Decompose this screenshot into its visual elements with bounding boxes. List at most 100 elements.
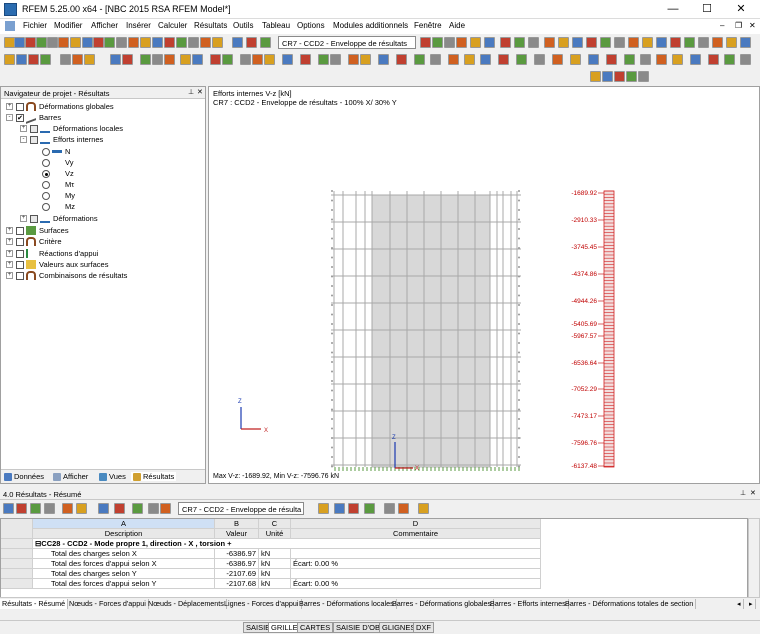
results-tab[interactable]: Barres - Efforts internes bbox=[488, 599, 569, 609]
col-letter-b[interactable]: B bbox=[215, 519, 259, 529]
toolbar-tool-icon[interactable] bbox=[586, 37, 597, 48]
toolbar-tool-icon[interactable] bbox=[36, 37, 47, 48]
toolbar-tool-icon[interactable] bbox=[642, 37, 653, 48]
cell-description[interactable]: Total des charges selon Y bbox=[33, 569, 215, 579]
toolbar-tool-icon[interactable] bbox=[614, 71, 625, 82]
maximize-button[interactable]: ☐ bbox=[690, 0, 724, 19]
radio-vz[interactable]: Vz bbox=[42, 168, 74, 179]
scroll-right-icon[interactable]: ▸ bbox=[747, 599, 756, 609]
row-header[interactable] bbox=[1, 569, 33, 579]
close-button[interactable]: ✕ bbox=[724, 0, 758, 19]
tree-item-deformations[interactable]: + Déformations bbox=[20, 213, 98, 224]
cell-unite[interactable]: kN bbox=[259, 549, 291, 559]
toolbar-tool-icon[interactable] bbox=[240, 54, 251, 65]
toolbar-tool-icon[interactable] bbox=[140, 54, 151, 65]
toolbar-tool-icon[interactable] bbox=[246, 37, 257, 48]
radio-mz[interactable]: Mz bbox=[42, 201, 75, 212]
toolbar-tool-icon[interactable] bbox=[110, 54, 121, 65]
status-toggle[interactable]: GRILLE bbox=[268, 622, 301, 633]
toolbar-tool-icon[interactable] bbox=[396, 54, 407, 65]
scroll-left-icon[interactable]: ◂ bbox=[735, 599, 744, 609]
toolbar-tool-icon[interactable] bbox=[456, 37, 467, 48]
toolbar-tool-icon[interactable] bbox=[656, 37, 667, 48]
cell-unite[interactable]: kN bbox=[259, 569, 291, 579]
tree-item-efforts-internes[interactable]: - Efforts internes bbox=[20, 134, 103, 145]
toolbar-tool-icon[interactable] bbox=[484, 37, 495, 48]
toolbar-tool-icon[interactable] bbox=[222, 54, 233, 65]
mdi-close-icon[interactable]: ✕ bbox=[749, 21, 756, 30]
toolbar-tool-icon[interactable] bbox=[104, 37, 115, 48]
row-header[interactable] bbox=[1, 559, 33, 569]
toolbar-tool-icon[interactable] bbox=[432, 37, 443, 48]
toolbar-tool-icon[interactable] bbox=[232, 37, 243, 48]
menu-fichier[interactable]: Fichier bbox=[23, 21, 47, 30]
toolbar-tool-icon[interactable] bbox=[60, 54, 71, 65]
results-tool-icon[interactable] bbox=[384, 503, 395, 514]
toolbar-tool-icon[interactable] bbox=[16, 54, 27, 65]
results-tool-icon[interactable] bbox=[148, 503, 159, 514]
toolbar-tool-icon[interactable] bbox=[708, 54, 719, 65]
results-tool-icon[interactable] bbox=[3, 503, 14, 514]
toolbar-tool-icon[interactable] bbox=[430, 54, 441, 65]
results-tab[interactable]: Barres - Déformations globales bbox=[390, 599, 495, 609]
results-tool-icon[interactable] bbox=[318, 503, 329, 514]
tree-item-barres[interactable]: - ✔ Barres bbox=[6, 111, 61, 124]
results-tool-icon[interactable] bbox=[418, 503, 429, 514]
toolbar-tool-icon[interactable] bbox=[140, 37, 151, 48]
results-tab[interactable]: Nœuds - Déplacements bbox=[146, 599, 227, 609]
toolbar-tool-icon[interactable] bbox=[464, 54, 475, 65]
toolbar-tool-icon[interactable] bbox=[614, 37, 625, 48]
toolbar-tool-icon[interactable] bbox=[188, 37, 199, 48]
radio-n[interactable]: N bbox=[42, 146, 70, 157]
toolbar-tool-icon[interactable] bbox=[600, 37, 611, 48]
toolbar-tool-icon[interactable] bbox=[164, 54, 175, 65]
pin-icon[interactable]: ⊥ bbox=[188, 88, 194, 96]
radio-my[interactable]: My bbox=[42, 190, 75, 201]
tree-item-deformations-locales[interactable]: + Déformations locales bbox=[20, 123, 123, 134]
tree-item-combinaisons[interactable]: + Combinaisons de résultats bbox=[6, 270, 127, 281]
results-tool-icon[interactable] bbox=[44, 503, 55, 514]
toolbar-tool-icon[interactable] bbox=[670, 37, 681, 48]
results-tool-icon[interactable] bbox=[30, 503, 41, 514]
results-tab[interactable]: Lignes - Forces d'appui bbox=[222, 599, 302, 609]
toolbar-tool-icon[interactable] bbox=[626, 71, 637, 82]
toolbar-tool-icon[interactable] bbox=[724, 54, 735, 65]
results-tab[interactable]: Nœuds - Forces d'appui bbox=[67, 599, 149, 609]
toolbar-tool-icon[interactable] bbox=[628, 37, 639, 48]
toolbar-tool-icon[interactable] bbox=[116, 37, 127, 48]
cell-valeur[interactable]: -6386.97 bbox=[215, 559, 259, 569]
toolbar-tool-icon[interactable] bbox=[252, 54, 263, 65]
menu-modifier[interactable]: Modifier bbox=[54, 21, 82, 30]
menu-fenetre[interactable]: Fenêtre bbox=[414, 21, 442, 30]
col-letter-c[interactable]: C bbox=[259, 519, 291, 529]
toolbar-tool-icon[interactable] bbox=[152, 54, 163, 65]
toolbar-tool-icon[interactable] bbox=[500, 37, 511, 48]
results-tool-icon[interactable] bbox=[114, 503, 125, 514]
toolbar-tool-icon[interactable] bbox=[640, 54, 651, 65]
toolbar-tool-icon[interactable] bbox=[534, 54, 545, 65]
group-row[interactable]: ⊟CC28 - CCD2 - Mode propre 1, direction … bbox=[33, 539, 541, 549]
document-icon[interactable] bbox=[5, 21, 15, 31]
results-tab[interactable]: Résultats - Résumé bbox=[0, 599, 69, 609]
menu-outils[interactable]: Outils bbox=[233, 21, 253, 30]
cell-valeur[interactable]: -6386.97 bbox=[215, 549, 259, 559]
tab-resultats[interactable]: Résultats bbox=[131, 472, 177, 481]
toolbar-tool-icon[interactable] bbox=[282, 54, 293, 65]
toolbar-tool-icon[interactable] bbox=[40, 54, 51, 65]
toolbar-tool-icon[interactable] bbox=[212, 37, 223, 48]
cell-valeur[interactable]: -2107.69 bbox=[215, 569, 259, 579]
load-case-combo[interactable]: CR7 - CCD2 - Enveloppe de résultats bbox=[278, 36, 416, 49]
toolbar-tool-icon[interactable] bbox=[544, 37, 555, 48]
toolbar-tool-icon[interactable] bbox=[656, 54, 667, 65]
col-letter-a[interactable]: A bbox=[33, 519, 215, 529]
radio-mt[interactable]: Mτ bbox=[42, 179, 74, 190]
row-header[interactable] bbox=[1, 549, 33, 559]
cell-description[interactable]: Total des charges selon X bbox=[33, 549, 215, 559]
status-toggle[interactable]: SAISIE D'OB. bbox=[333, 622, 386, 633]
results-tool-icon[interactable] bbox=[334, 503, 345, 514]
tab-vues[interactable]: Vues bbox=[99, 472, 126, 481]
toolbar-tool-icon[interactable] bbox=[516, 54, 527, 65]
toolbar-tool-icon[interactable] bbox=[470, 37, 481, 48]
toolbar-tool-icon[interactable] bbox=[672, 54, 683, 65]
toolbar-tool-icon[interactable] bbox=[420, 37, 431, 48]
